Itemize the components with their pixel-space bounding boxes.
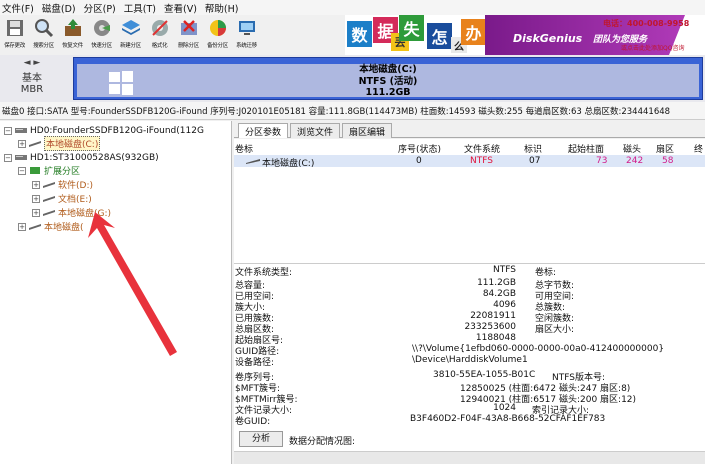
tab-sector-edit[interactable]: 扇区编辑 (342, 123, 393, 138)
delete-icon (180, 20, 197, 35)
tab-browse-files[interactable]: 浏览文件 (290, 123, 341, 138)
partition-icon (29, 224, 41, 230)
disk-type: 基本 MBR (20, 73, 44, 95)
tree-local[interactable]: + 本地磁盘( (18, 220, 84, 233)
extended-partition-icon (30, 167, 40, 174)
partition-icon (246, 159, 260, 164)
tree-g[interactable]: + 本地磁盘(G:) (32, 206, 111, 219)
partition-details: 文件系统类型: NTFS 卷标: 总容量: 111.2GB 总字节数: 已用空间… (234, 264, 705, 464)
disk-tree: − HD0:FounderSSDFB120G-iFound(112G + 本地磁… (0, 121, 232, 464)
partition-table: 卷标 序号(状态) 文件系统 标识 起始柱面 磁头 扇区 终 本地磁盘(C:) … (234, 139, 705, 264)
banner-brand: DiskGenius (513, 32, 583, 45)
expand-icon[interactable]: + (32, 208, 40, 217)
save-icon (6, 20, 23, 36)
partition-tabs: 分区参数 浏览文件 扇区编辑 (234, 121, 705, 138)
disk-icon (93, 20, 110, 36)
banner-phone: 电话：400-008-9958 (603, 19, 690, 28)
quick-partition-button[interactable]: 快速分区 (87, 15, 116, 55)
collapse-icon[interactable]: − (4, 153, 12, 162)
hard-disk-icon (15, 128, 27, 133)
partition-icon (43, 196, 55, 202)
col-end[interactable]: 终 (694, 142, 703, 155)
disk-nav-arrows[interactable]: ◄ ► (18, 58, 46, 68)
search-partition-button[interactable]: 搜索分区 (29, 15, 58, 55)
recover-box-icon (64, 19, 81, 36)
partition-icon (43, 210, 55, 216)
partition-icon (29, 141, 41, 147)
collapse-icon[interactable]: − (18, 166, 26, 175)
delete-partition-button[interactable]: 删除分区 (174, 15, 203, 55)
tree-e[interactable]: + 文档(E:) (32, 192, 92, 205)
col-head[interactable]: 磁头 (623, 142, 641, 155)
expand-icon[interactable]: + (32, 194, 40, 203)
tree-hd0-c[interactable]: + 本地磁盘(C:) (18, 136, 101, 151)
layers-icon (121, 20, 140, 35)
tree-d[interactable]: + 软件(D:) (32, 178, 93, 191)
menu-disk[interactable]: 磁盘(D) (42, 1, 76, 15)
col-fs[interactable]: 文件系统 (464, 142, 500, 155)
menu-view[interactable]: 查看(V) (164, 1, 197, 15)
backup-partition-button[interactable]: 备份分区 (203, 15, 232, 55)
hard-disk-icon (15, 155, 27, 160)
format-button[interactable]: 格式化 (145, 15, 174, 55)
row-sector: 58 (662, 156, 674, 166)
banner-char-5: 怎 (427, 23, 452, 49)
tree-extended[interactable]: − 扩展分区 (18, 164, 80, 177)
tab-partition-params[interactable]: 分区参数 (238, 123, 289, 138)
tree-hd0[interactable]: − HD0:FounderSSDFB120G-iFound(112G (4, 124, 204, 137)
col-id[interactable]: 标识 (524, 142, 542, 155)
row-cyl: 73 (596, 156, 608, 166)
banner-char-7: 办 (461, 19, 486, 45)
monitor-icon (238, 21, 255, 35)
menu-tools[interactable]: 工具(T) (124, 1, 156, 15)
col-index[interactable]: 序号(状态) (398, 142, 441, 155)
magnifier-icon (34, 19, 53, 38)
row-index: 0 (416, 156, 422, 166)
banner-char-4: 失 (399, 15, 424, 41)
expand-icon[interactable]: + (32, 180, 40, 189)
partition-fs: NTFS (活动) (358, 75, 418, 87)
toolbar: 保存更改 搜索分区 恢复文件 快速分区 新建分区 格式化 删除分区 备份分区 系… (0, 15, 345, 55)
partition-block-c[interactable]: 本地磁盘(C:) NTFS (活动) 111.2GB (73, 57, 703, 100)
col-start-cyl[interactable]: 起始柱面 (568, 142, 604, 155)
system-migration-button[interactable]: 系统迁移 (232, 15, 261, 55)
support-banner[interactable]: 数 据 丢 失 怎 么 办 DiskGenius 团队为您服务 电话：400-0… (345, 15, 705, 55)
partition-size: 111.2GB (365, 87, 411, 98)
disk-info-line: 磁盘0 接口:SATA 型号:FounderSSDFB120G-iFound 序… (0, 102, 705, 120)
tree-hd1[interactable]: − HD1:ST31000528AS(932GB) (4, 151, 159, 164)
banner-char-1: 数 (347, 21, 372, 47)
new-partition-button[interactable]: 新建分区 (116, 15, 145, 55)
disk-map: ◄ ► 基本 MBR 本地磁盘(C:) NTFS (活动) 111.2GB (0, 55, 705, 102)
menu-file[interactable]: 文件(F) (2, 1, 34, 15)
backup-pie-icon (209, 20, 226, 36)
allocation-map-label: 数据分配情况图: (289, 437, 356, 447)
row-fs: NTFS (470, 156, 493, 166)
row-head: 242 (626, 156, 644, 166)
partition-icon (43, 182, 55, 188)
menu-bar: 文件(F) 磁盘(D) 分区(P) 工具(T) 查看(V) 帮助(H) (0, 0, 705, 15)
expand-icon[interactable]: + (18, 222, 26, 231)
partition-name: 本地磁盘(C:) (359, 64, 417, 75)
row-label: 本地磁盘(C:) (262, 159, 315, 169)
banner-qq: 或点击此处添加QQ咨询 (621, 45, 685, 52)
recover-files-button[interactable]: 恢复文件 (58, 15, 87, 55)
save-changes-button[interactable]: 保存更改 (0, 15, 29, 55)
col-label[interactable]: 卷标 (235, 142, 253, 155)
menu-help[interactable]: 帮助(H) (205, 1, 239, 15)
expand-icon[interactable]: + (18, 139, 26, 148)
menu-partition[interactable]: 分区(P) (84, 1, 116, 15)
col-sector[interactable]: 扇区 (656, 142, 674, 155)
collapse-icon[interactable]: − (4, 126, 12, 135)
format-icon (151, 20, 168, 36)
analyze-button[interactable]: 分析 (239, 431, 283, 447)
row-id: 07 (529, 156, 541, 166)
